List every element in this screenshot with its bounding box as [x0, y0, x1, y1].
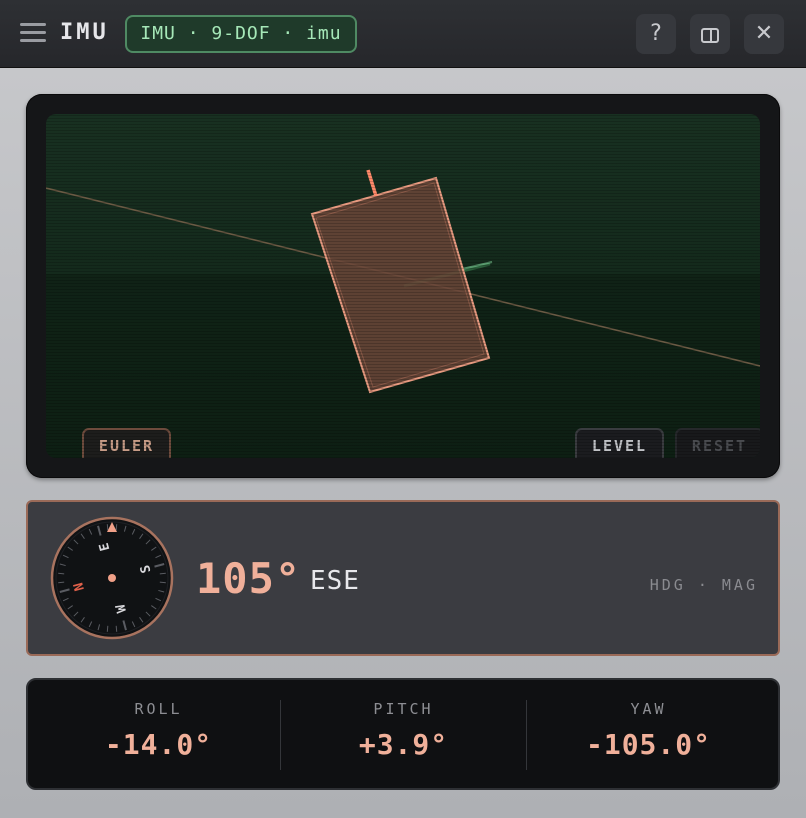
orientation-viewport-frame: EULER LEVEL RESET	[26, 94, 780, 478]
main-content: EULER LEVEL RESET N E S W 105° ESE HDG ·…	[0, 68, 806, 818]
compass-tick	[115, 625, 118, 632]
compass-tick	[58, 581, 65, 584]
pitch-readout: PITCH +3.9°	[281, 680, 526, 788]
yaw-label: YAW	[630, 700, 667, 718]
orientation-scene	[46, 169, 760, 458]
compass-center	[108, 574, 116, 582]
roll-readout: ROLL -14.0°	[36, 680, 281, 788]
roll-label: ROLL	[134, 700, 183, 718]
reset-button[interactable]: RESET	[675, 428, 760, 458]
compass-tick	[106, 524, 109, 531]
heading-caption: HDG · MAG	[649, 576, 758, 594]
yaw-value: -105.0°	[585, 728, 711, 761]
heading-cardinal: ESE	[310, 566, 360, 596]
compass-icon: N E S W	[50, 516, 174, 640]
compass-tick	[58, 572, 65, 575]
compass-tick	[159, 581, 166, 584]
roll-value: -14.0°	[104, 728, 213, 761]
up-axis	[366, 169, 378, 197]
title-bar: IMU IMU · 9-DOF · imu ? ✕	[0, 0, 806, 68]
orientation-viewport[interactable]: EULER LEVEL RESET	[46, 114, 760, 458]
compass-tick	[159, 572, 166, 575]
heading-panel: N E S W 105° ESE HDG · MAG	[26, 500, 780, 656]
euler-readout-panel: ROLL -14.0° PITCH +3.9° YAW -105.0°	[26, 678, 780, 790]
help-button[interactable]: ?	[636, 14, 676, 54]
compass-tick	[106, 625, 109, 632]
split-view-icon	[701, 28, 719, 43]
heading-value: 105°	[196, 554, 302, 603]
split-view-button[interactable]	[690, 14, 730, 54]
close-button[interactable]: ✕	[744, 14, 784, 54]
pitch-value: +3.9°	[358, 728, 449, 761]
compass-tick	[115, 524, 118, 531]
euler-button[interactable]: EULER	[82, 428, 171, 458]
level-button[interactable]: LEVEL	[575, 428, 664, 458]
pitch-label: PITCH	[373, 700, 434, 718]
hamburger-menu-icon[interactable]	[20, 23, 46, 45]
yaw-readout: YAW -105.0°	[526, 680, 771, 788]
device-chip[interactable]: IMU · 9-DOF · imu	[125, 15, 357, 53]
app-title: IMU	[60, 20, 109, 45]
